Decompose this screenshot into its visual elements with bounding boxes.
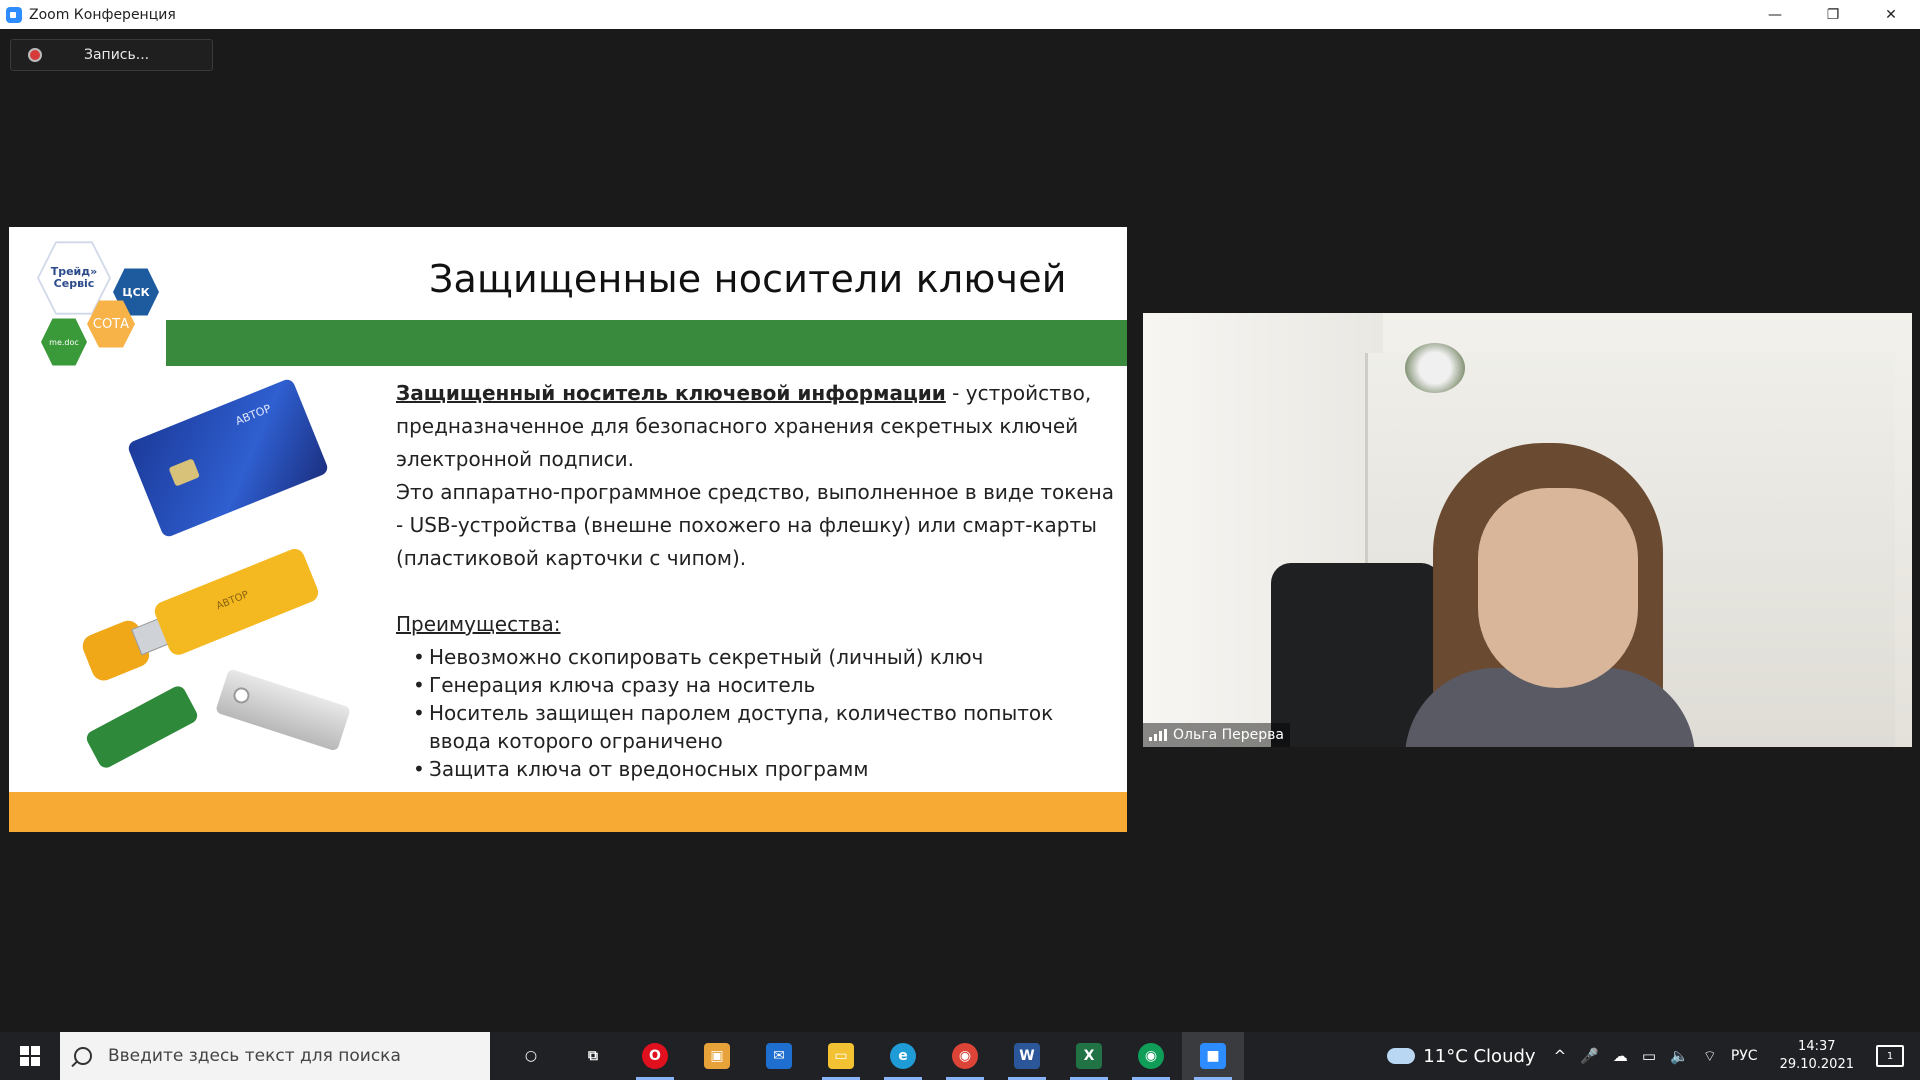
notification-count: 1 xyxy=(1886,1050,1894,1062)
window-title: Zoom Конференция xyxy=(29,6,176,23)
cloud-icon xyxy=(1387,1048,1416,1064)
search-icon xyxy=(74,1047,92,1065)
green-band xyxy=(166,320,1127,366)
taskbar-app-zoom[interactable]: ■ xyxy=(1182,1032,1244,1080)
clock-time: 14:37 xyxy=(1798,1039,1836,1054)
record-icon xyxy=(28,48,42,62)
taskbar-app-chrome[interactable]: ◉ xyxy=(934,1032,996,1080)
slide-title: Защищенные носители ключей xyxy=(429,257,1067,301)
smart-card-image: АВТОР xyxy=(126,377,330,539)
network-icon[interactable]: ⌔ xyxy=(1703,1047,1717,1066)
medoc-logo: me.doc xyxy=(41,318,87,366)
zoom-app-icon xyxy=(6,6,22,23)
start-button[interactable] xyxy=(0,1032,60,1080)
mail-icon: ✉ xyxy=(766,1043,792,1069)
silver-usb-token-image xyxy=(215,668,351,752)
window-titlebar: Zoom Конференция — ❐ ✕ xyxy=(0,0,1920,29)
list-item: Защита ключа от вредоносных программ xyxy=(396,755,1116,783)
battery-icon[interactable]: ▭ xyxy=(1642,1047,1656,1066)
taskbar-apps: ○ ⧉ O ▣ ✉ ▭ e ◉ W X ◉ ■ xyxy=(500,1032,1244,1080)
taskbar-app-task-view[interactable]: ⧉ xyxy=(562,1032,624,1080)
windows-logo-icon xyxy=(20,1046,40,1066)
card-brand: АВТОР xyxy=(233,401,273,428)
taskbar-app-chrome-profile[interactable]: ◉ xyxy=(1120,1032,1182,1080)
shared-slide: Трейд» Сервіс ЦСК СОТА me.doc Защищенные… xyxy=(9,227,1127,832)
excel-icon: X xyxy=(1076,1043,1102,1069)
signal-strength-icon xyxy=(1149,729,1167,741)
taskbar-app-word[interactable]: W xyxy=(996,1032,1058,1080)
system-tray: 11°C Cloudy ^ 🎤 ☁ ▭ 🔈 ⌔ РУС 14:37 29.10.… xyxy=(1387,1032,1920,1080)
list-item: Невозможно скопировать секретный (личный… xyxy=(396,643,1116,671)
orange-band xyxy=(9,792,1127,832)
volume-icon[interactable]: 🔈 xyxy=(1670,1047,1689,1066)
yellow-usb-token-image: АВТОР xyxy=(79,545,322,685)
word-icon: W xyxy=(1014,1043,1040,1069)
weather-text: 11°C Cloudy xyxy=(1423,1045,1536,1067)
green-usb-token-image xyxy=(84,683,200,771)
definition-term: Защищенный носитель ключевой информации xyxy=(396,381,946,405)
advantages-list: Невозможно скопировать секретный (личный… xyxy=(396,643,1116,783)
tray-icons: ^ 🎤 ☁ ▭ 🔈 ⌔ xyxy=(1554,1047,1717,1066)
person-face xyxy=(1478,488,1638,688)
clock-date: 29.10.2021 xyxy=(1779,1057,1854,1072)
taskbar-app-file-explorer[interactable]: ▭ xyxy=(810,1032,872,1080)
participant-video[interactable]: Ольга Перерва xyxy=(1143,313,1912,747)
show-hidden-icons-icon[interactable]: ^ xyxy=(1554,1047,1567,1066)
card-chip xyxy=(168,458,201,487)
notifications-icon[interactable]: 1 xyxy=(1876,1045,1904,1067)
chrome-profile-icon: ◉ xyxy=(1138,1043,1164,1069)
participant-name: Ольга Перерва xyxy=(1173,727,1284,743)
onedrive-icon[interactable]: ☁ xyxy=(1613,1047,1628,1066)
taskbar-search[interactable]: Введите здесь текст для поиска xyxy=(60,1032,490,1080)
partner-logos: Трейд» Сервіс ЦСК СОТА me.doc xyxy=(31,239,161,369)
zoom-icon: ■ xyxy=(1200,1043,1226,1069)
task-view-icon: ⧉ xyxy=(580,1043,606,1069)
edge-icon: e xyxy=(890,1043,916,1069)
recording-label: Запись... xyxy=(84,47,150,63)
opera-icon: O xyxy=(642,1043,668,1069)
cortana-icon: ○ xyxy=(518,1043,544,1069)
key-devices-image: АВТОР АВТОР xyxy=(69,377,369,787)
taskbar-app-store[interactable]: ▣ xyxy=(686,1032,748,1080)
restore-button[interactable]: ❐ xyxy=(1804,0,1862,29)
description-paragraph: Это аппаратно-программное средство, выпо… xyxy=(396,480,1114,570)
advantages-heading: Преимущества: xyxy=(396,612,561,636)
taskbar-clock[interactable]: 14:37 29.10.2021 xyxy=(1780,1038,1854,1074)
participant-name-tag: Ольга Перерва xyxy=(1143,723,1290,747)
slide-content: Защищенный носитель ключевой информации … xyxy=(396,377,1116,783)
minimize-button[interactable]: — xyxy=(1746,0,1804,29)
taskbar-app-edge[interactable]: e xyxy=(872,1032,934,1080)
taskbar-app-excel[interactable]: X xyxy=(1058,1032,1120,1080)
taskbar-app-mail[interactable]: ✉ xyxy=(748,1032,810,1080)
file-explorer-icon: ▭ xyxy=(828,1043,854,1069)
list-item: Носитель защищен паролем доступа, количе… xyxy=(396,699,1116,755)
key-ring-hole xyxy=(231,685,252,706)
close-button[interactable]: ✕ xyxy=(1862,0,1920,29)
video-toy xyxy=(1405,343,1465,393)
taskbar-app-opera[interactable]: O xyxy=(624,1032,686,1080)
list-item: Генерация ключа сразу на носитель xyxy=(396,671,1116,699)
definition-paragraph: Защищенный носитель ключевой информации … xyxy=(396,377,1116,476)
language-indicator[interactable]: РУС xyxy=(1731,1048,1758,1064)
windows-taskbar: Введите здесь текст для поиска ○ ⧉ O ▣ ✉ ▭ e ◉ W… xyxy=(0,1032,1920,1080)
microphone-icon[interactable]: 🎤 xyxy=(1580,1047,1599,1066)
weather-widget[interactable]: 11°C Cloudy xyxy=(1387,1045,1536,1067)
recording-indicator[interactable]: Запись... xyxy=(10,39,213,71)
store-icon: ▣ xyxy=(704,1043,730,1069)
search-placeholder: Введите здесь текст для поиска xyxy=(108,1046,401,1066)
chrome-icon: ◉ xyxy=(952,1043,978,1069)
taskbar-app-cortana[interactable]: ○ xyxy=(500,1032,562,1080)
